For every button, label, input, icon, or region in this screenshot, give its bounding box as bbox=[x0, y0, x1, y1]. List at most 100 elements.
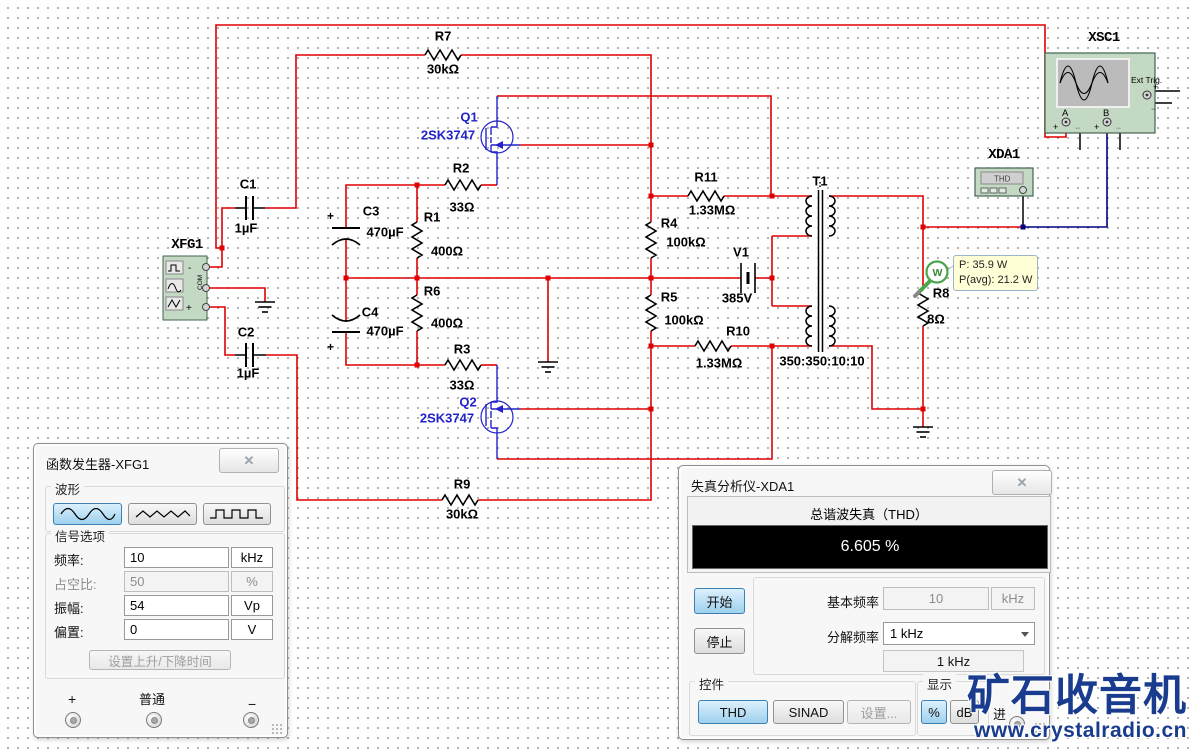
rise-fall-time-button[interactable]: 设置上升/下降时间 bbox=[89, 650, 231, 670]
percent-display-button[interactable]: % bbox=[921, 700, 947, 724]
square-wave-button[interactable] bbox=[203, 503, 271, 525]
mosfet-Q2[interactable] bbox=[480, 365, 520, 459]
fg-plus-terminal[interactable] bbox=[65, 712, 81, 728]
resistor-R11 bbox=[687, 189, 725, 203]
label-c2-val[interactable]: 1µF bbox=[237, 366, 260, 381]
label-c3-val[interactable]: 470µF bbox=[366, 225, 403, 240]
wattmeter-avg-power: P(avg): 21.2 W bbox=[959, 274, 1033, 286]
label-c4-val[interactable]: 470µF bbox=[366, 324, 403, 339]
label-r11-ref[interactable]: R11 bbox=[694, 170, 717, 185]
label-r1-ref[interactable]: R1 bbox=[424, 210, 441, 225]
battery-V1[interactable] bbox=[740, 263, 756, 293]
fg-close-button[interactable]: ✕ bbox=[219, 448, 279, 473]
label-r2-ref[interactable]: R2 bbox=[453, 161, 470, 176]
label-r11-val[interactable]: 1.33MΩ bbox=[689, 203, 736, 218]
amplitude-unit[interactable]: Vp bbox=[231, 595, 273, 616]
label-r3-ref[interactable]: R3 bbox=[454, 342, 471, 357]
square-wave-icon bbox=[210, 509, 263, 519]
xda1-analyzer-icon[interactable]: THD bbox=[974, 167, 1034, 197]
resistor-R5 bbox=[644, 294, 658, 332]
label-r10-val[interactable]: 1.33MΩ bbox=[696, 356, 743, 371]
label-r7-ref[interactable]: R7 bbox=[435, 29, 452, 44]
stop-button[interactable]: 停止 bbox=[694, 628, 745, 654]
label-r7-val[interactable]: 30kΩ bbox=[427, 62, 459, 77]
wattmeter-symbol: W bbox=[933, 267, 943, 279]
fundamental-freq-unit: kHz bbox=[991, 587, 1035, 610]
resistor-R4 bbox=[644, 221, 658, 259]
label-c1-val[interactable]: 1µF bbox=[235, 221, 258, 236]
label-r6-val[interactable]: 400Ω bbox=[431, 316, 463, 331]
ground-symbols[interactable] bbox=[255, 301, 933, 438]
fg-dialog-title: 函数发生器-XFG1 bbox=[46, 457, 150, 472]
da-close-button[interactable]: ✕ bbox=[992, 470, 1052, 495]
resistor-R3 bbox=[444, 358, 482, 372]
fundamental-freq-label: 基本频率 bbox=[826, 595, 879, 610]
b-plus-mark: + bbox=[1094, 122, 1099, 132]
label-c1-ref[interactable]: C1 bbox=[240, 177, 257, 192]
transformer-T1[interactable] bbox=[805, 182, 836, 352]
fg-minus-terminal[interactable] bbox=[243, 712, 259, 728]
channel-b-label: B bbox=[1103, 108, 1109, 119]
offset-unit[interactable]: V bbox=[231, 619, 273, 640]
settings-button[interactable]: 设置... bbox=[847, 700, 911, 724]
duty-cycle-label: 占空比: bbox=[54, 577, 97, 592]
capacitors[interactable] bbox=[245, 196, 361, 367]
label-t1-ref[interactable]: T1 bbox=[812, 174, 827, 189]
label-xda1[interactable]: XDA1 bbox=[988, 147, 1020, 163]
wires-navy[interactable] bbox=[1023, 126, 1108, 228]
fundamental-freq-input bbox=[883, 587, 989, 610]
label-r8-val[interactable]: 8Ω bbox=[927, 312, 945, 327]
label-r10-ref[interactable]: R10 bbox=[726, 324, 750, 339]
label-q2-ref[interactable]: Q2 bbox=[459, 395, 476, 410]
label-r6-ref[interactable]: R6 bbox=[424, 284, 441, 299]
frequency-unit[interactable]: kHz bbox=[231, 547, 273, 568]
label-t1-ratio[interactable]: 350:350:10:10 bbox=[779, 354, 864, 369]
thd-mode-button[interactable]: THD bbox=[698, 700, 768, 724]
triangle-wave-button[interactable] bbox=[128, 503, 197, 525]
label-r5-val[interactable]: 100kΩ bbox=[664, 313, 703, 328]
label-xsc1[interactable]: XSC1 bbox=[1088, 30, 1120, 46]
label-q1-ref[interactable]: Q1 bbox=[460, 110, 477, 125]
label-r8-ref[interactable]: R8 bbox=[933, 286, 950, 301]
label-r4-val[interactable]: 100kΩ bbox=[666, 235, 705, 250]
amplitude-input[interactable] bbox=[124, 595, 229, 616]
triangle-wave-icon bbox=[135, 510, 190, 518]
start-button[interactable]: 开始 bbox=[694, 588, 745, 614]
label-r2-val[interactable]: 33Ω bbox=[450, 200, 475, 215]
xsc1-oscilloscope-icon[interactable]: Ext Trig. + − A B + − + − bbox=[1044, 52, 1162, 134]
offset-input[interactable] bbox=[124, 619, 229, 640]
label-v1-ref[interactable]: V1 bbox=[733, 245, 749, 260]
label-r1-val[interactable]: 400Ω bbox=[431, 244, 463, 259]
offset-label: 偏置: bbox=[54, 625, 84, 640]
ext-trig-minus: − bbox=[1151, 104, 1156, 114]
fg-common-terminal[interactable] bbox=[146, 712, 162, 728]
a-plus-mark: + bbox=[1053, 122, 1058, 132]
label-q1-val[interactable]: 2SK3747 bbox=[421, 128, 475, 143]
sine-wave-icon bbox=[59, 507, 116, 521]
capacitor-C2 bbox=[245, 343, 254, 367]
label-v1-val[interactable]: 385V bbox=[722, 291, 752, 306]
xfg1-instrument-icon[interactable]: - COM + bbox=[162, 255, 210, 321]
label-xfg1[interactable]: XFG1 bbox=[171, 237, 203, 253]
fg-minus-terminal-label: − bbox=[248, 696, 257, 712]
ext-trig-plus: + bbox=[1153, 82, 1158, 92]
resolution-freq-readout: 1 kHz bbox=[883, 650, 1024, 672]
label-c4-ref[interactable]: C4 bbox=[362, 305, 379, 320]
mosfet-Q1[interactable] bbox=[480, 96, 520, 185]
sine-wave-button[interactable] bbox=[53, 503, 122, 525]
xfg-minus-mark: - bbox=[188, 263, 191, 274]
resistor-R9 bbox=[441, 493, 479, 507]
capacitor-C1 bbox=[245, 196, 254, 220]
label-r9-ref[interactable]: R9 bbox=[454, 477, 471, 492]
label-r9-val[interactable]: 30kΩ bbox=[446, 507, 478, 522]
fg-resize-grip[interactable] bbox=[271, 723, 283, 735]
label-c3-ref[interactable]: C3 bbox=[363, 204, 380, 219]
label-q2-val[interactable]: 2SK3747 bbox=[420, 411, 474, 426]
label-r5-ref[interactable]: R5 bbox=[661, 290, 678, 305]
label-c2-ref[interactable]: C2 bbox=[238, 325, 255, 340]
label-r3-val[interactable]: 33Ω bbox=[450, 378, 475, 393]
frequency-input[interactable] bbox=[124, 547, 229, 568]
sinad-mode-button[interactable]: SINAD bbox=[773, 700, 844, 724]
label-r4-ref[interactable]: R4 bbox=[661, 216, 678, 231]
resolution-freq-dropdown[interactable]: 1 kHz bbox=[883, 622, 1035, 645]
